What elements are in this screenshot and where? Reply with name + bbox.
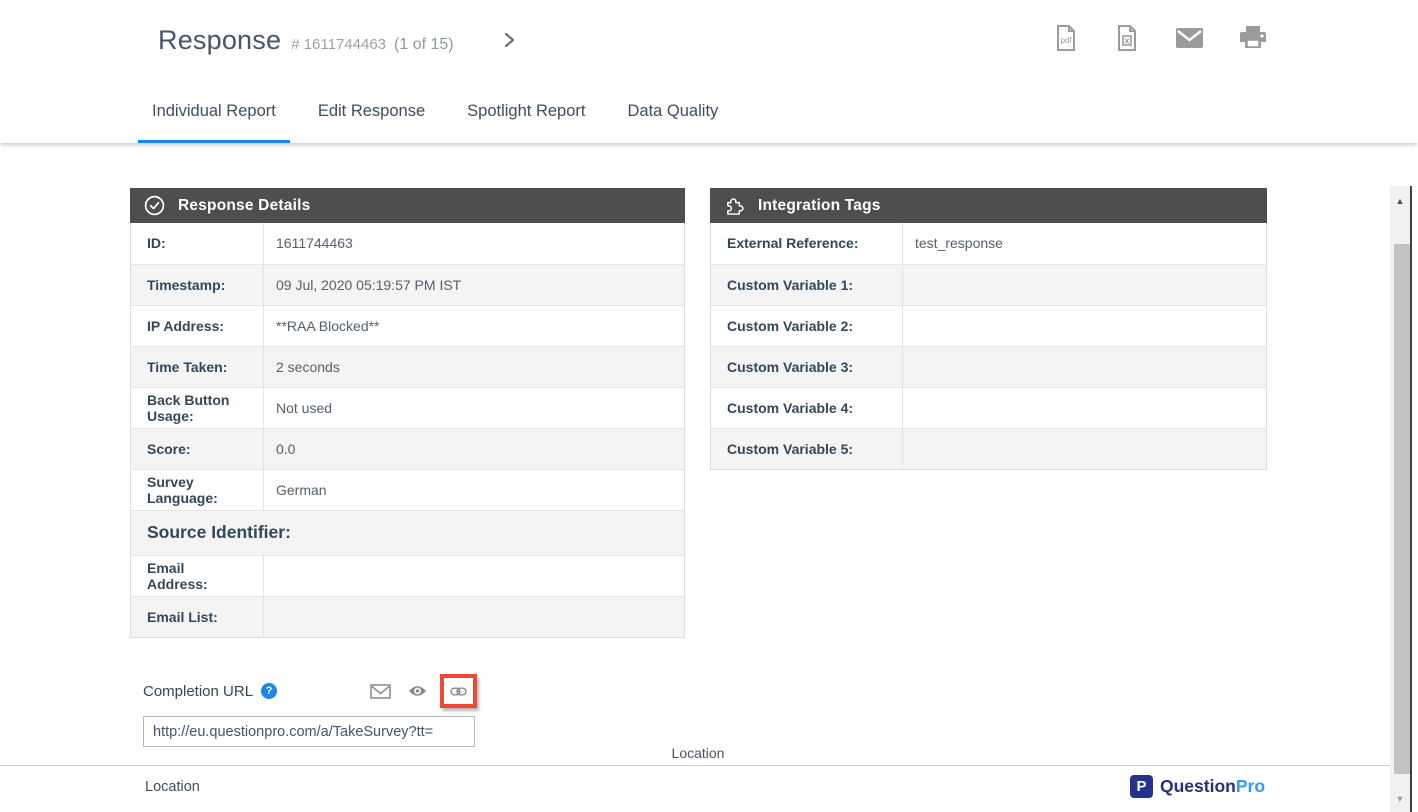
row-value	[264, 555, 685, 596]
tab-individual-report[interactable]: Individual Report	[138, 80, 290, 143]
next-response-chevron-icon[interactable]	[500, 31, 518, 49]
row-label: Time Taken:	[131, 346, 264, 387]
table-row: Timestamp: 09 Jul, 2020 05:19:57 PM IST	[131, 264, 685, 305]
excel-export-icon[interactable]: x	[1115, 24, 1139, 52]
integration-tags-table: External Reference: test_response Custom…	[710, 223, 1267, 470]
brand-text-question: Question	[1160, 776, 1236, 796]
puzzle-icon	[724, 195, 745, 216]
table-row: Email Address:	[131, 555, 685, 596]
window-edge	[1410, 186, 1412, 812]
row-value: 09 Jul, 2020 05:19:57 PM IST	[264, 264, 685, 305]
response-count: (1 of 15)	[394, 36, 454, 54]
row-label: Email List:	[131, 596, 264, 637]
row-label: Email Address:	[131, 555, 264, 596]
row-value: German	[264, 469, 685, 510]
print-icon[interactable]	[1240, 26, 1266, 50]
table-row: Custom Variable 4:	[711, 387, 1267, 428]
brand-text-pro: Pro	[1236, 776, 1265, 796]
row-value: **RAA Blocked**	[264, 305, 685, 346]
link-icon[interactable]	[450, 686, 467, 697]
row-label: Custom Variable 3:	[711, 346, 903, 387]
vertical-scrollbar[interactable]	[1390, 186, 1410, 812]
page-title: Response	[158, 25, 281, 56]
table-row: Custom Variable 3:	[711, 346, 1267, 387]
help-icon[interactable]	[261, 683, 277, 699]
annotation-highlight-box	[440, 674, 477, 708]
svg-text:pdf: pdf	[1060, 36, 1072, 45]
svg-text:x: x	[1124, 36, 1129, 46]
pdf-export-icon[interactable]: pdf	[1054, 24, 1078, 52]
table-row: ID: 1611744463	[131, 223, 685, 264]
row-value: 2 seconds	[264, 346, 685, 387]
row-value: 0.0	[264, 428, 685, 469]
row-value	[264, 596, 685, 637]
row-label: Custom Variable 1:	[711, 264, 903, 305]
row-label: IP Address:	[131, 305, 264, 346]
row-value	[903, 305, 1267, 346]
source-identifier-row: Source Identifier:	[131, 510, 685, 555]
response-number: # 1611744463	[291, 36, 386, 53]
tab-label: Individual Report	[152, 102, 276, 121]
row-value: test_response	[903, 223, 1267, 264]
section-label: Source Identifier:	[131, 510, 685, 555]
page-header: Response # 1611744463 (1 of 15) pdf x	[0, 0, 1418, 80]
eye-icon[interactable]	[408, 684, 427, 698]
row-value	[903, 428, 1267, 469]
response-details-panel: Response Details ID: 1611744463 Timestam…	[130, 188, 685, 638]
response-details-table: ID: 1611744463 Timestamp: 09 Jul, 2020 0…	[130, 223, 685, 638]
questionpro-logo-mark: P	[1130, 775, 1153, 798]
report-tab-bar: Individual Report Edit Response Spotligh…	[0, 80, 1418, 143]
table-row: Email List:	[131, 596, 685, 637]
row-value	[903, 264, 1267, 305]
tab-label: Edit Response	[318, 102, 425, 121]
response-details-header: Response Details	[130, 188, 685, 223]
completion-url-label: Completion URL	[143, 683, 253, 700]
row-value	[903, 387, 1267, 428]
tab-spotlight-report[interactable]: Spotlight Report	[453, 80, 599, 143]
tab-edit-response[interactable]: Edit Response	[304, 80, 439, 143]
table-row: Custom Variable 1:	[711, 264, 1267, 305]
row-label: Score:	[131, 428, 264, 469]
scrollbar-up-arrow-icon[interactable]	[1390, 192, 1410, 210]
integration-tags-header: Integration Tags	[710, 188, 1267, 223]
row-label: Custom Variable 2:	[711, 305, 903, 346]
scrollbar-down-arrow-icon[interactable]	[1390, 790, 1410, 808]
row-label: External Reference:	[711, 223, 903, 264]
tab-label: Spotlight Report	[467, 102, 585, 121]
integration-tags-panel: Integration Tags External Reference: tes…	[710, 188, 1267, 470]
row-label: Custom Variable 5:	[711, 428, 903, 469]
row-label: Custom Variable 4:	[711, 387, 903, 428]
header-toolbar: pdf x	[1054, 24, 1266, 52]
check-circle-icon	[144, 195, 165, 216]
questionpro-logo[interactable]: P QuestionPro	[1130, 775, 1265, 798]
completion-url-section: Completion URL	[143, 672, 477, 747]
email-url-icon[interactable]	[370, 684, 391, 699]
email-icon[interactable]	[1176, 28, 1203, 48]
table-row: Survey Language: German	[131, 469, 685, 510]
panel-title: Response Details	[178, 197, 310, 215]
row-label: ID:	[131, 223, 264, 264]
tab-data-quality[interactable]: Data Quality	[613, 80, 732, 143]
row-label: Timestamp:	[131, 264, 264, 305]
table-row: Custom Variable 5:	[711, 428, 1267, 469]
footer-divider	[0, 765, 1396, 766]
panel-title: Integration Tags	[758, 197, 881, 215]
row-label: Survey Language:	[131, 469, 264, 510]
table-row: External Reference: test_response	[711, 223, 1267, 264]
location-pending-label: Location	[0, 745, 1396, 761]
table-row: Time Taken: 2 seconds	[131, 346, 685, 387]
table-row: IP Address: **RAA Blocked**	[131, 305, 685, 346]
table-row: Back Button Usage: Not used	[131, 387, 685, 428]
scrollbar-thumb[interactable]	[1394, 244, 1410, 774]
location-section-heading: Location	[145, 779, 200, 795]
completion-url-input[interactable]	[143, 716, 475, 747]
row-value: Not used	[264, 387, 685, 428]
table-row: Score: 0.0	[131, 428, 685, 469]
row-value: 1611744463	[264, 223, 685, 264]
row-label: Back Button Usage:	[131, 387, 264, 428]
tab-label: Data Quality	[627, 102, 718, 121]
table-row: Custom Variable 2:	[711, 305, 1267, 346]
row-value	[903, 346, 1267, 387]
